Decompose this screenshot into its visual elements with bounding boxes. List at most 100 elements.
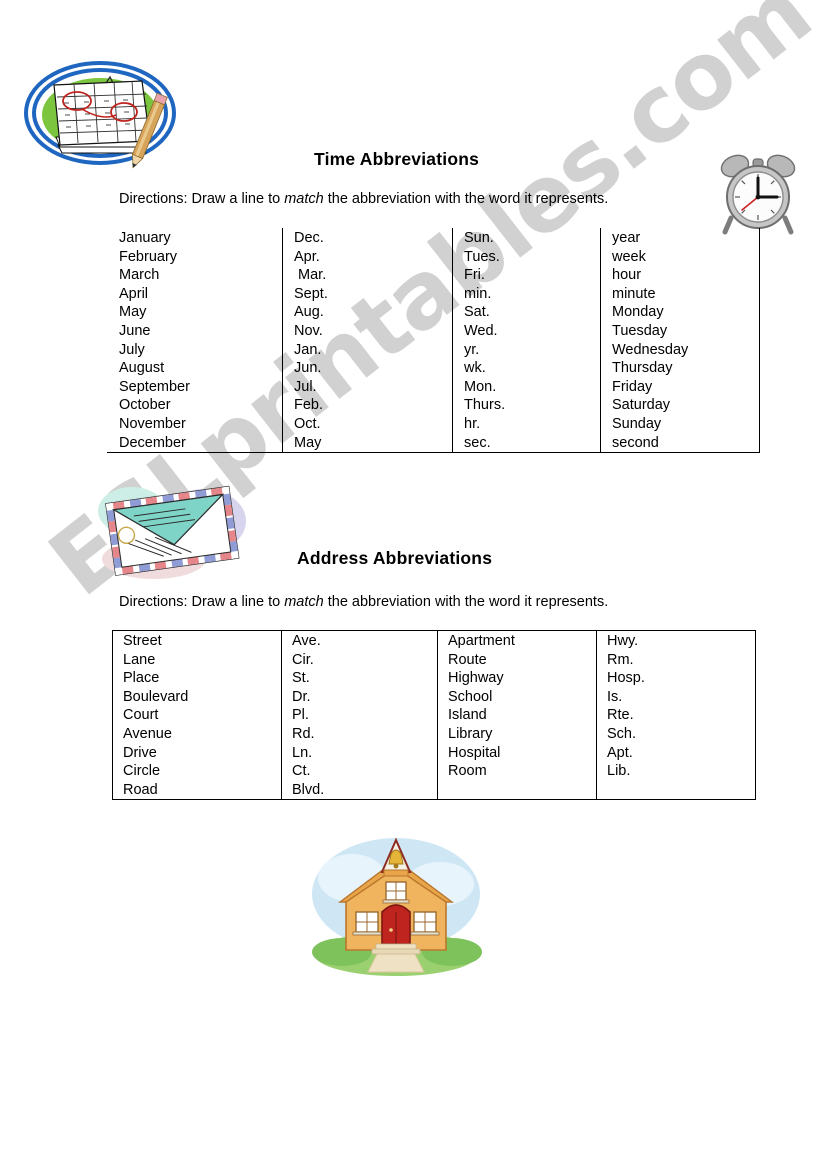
list-item: Avenue [123,725,172,742]
list-item: School [448,688,493,705]
list-item: Hosp. [607,670,645,687]
list-item: Cir. [292,651,314,668]
list-item: January [119,230,171,246]
list-item: December [119,434,186,451]
list-item: Feb. [294,397,324,414]
schoolhouse-image [312,832,482,976]
address-abbreviations-title: Address Abbreviations [297,548,493,568]
list-item: Jun. [294,360,322,377]
list-item: September [119,378,190,395]
address-directions-before: Directions: Draw a line to [119,594,285,610]
cell-list: Dec. Apr. Mar. Sept. Aug. Nov. Jan. Jun.… [294,229,452,452]
list-item: Lane [123,651,156,668]
list-item: Fri. [464,267,485,284]
list-item: Island [448,707,487,724]
list-item: Saturday [612,397,671,414]
time-directions-after: the abbreviation with the word it repres… [323,191,609,207]
list-item: St. [292,670,310,687]
address-column-words-right: Apartment Route Highway School Island Li… [437,629,597,801]
time-column-months-abbrev: Dec. Apr. Mar. Sept. Aug. Nov. Jan. Jun.… [282,228,453,454]
list-item: yr. [464,341,480,358]
list-item: Library [448,725,493,742]
address-column-abbrev-right: Hwy. Rm. Hosp. Is. Rte. Sch. Apt. Lib. [596,629,756,801]
list-item: Rm. [607,651,634,668]
list-item: Sept. [294,285,328,302]
list-item: Rd. [292,725,315,742]
time-column-time-abbrev: Sun. Tues. Fri. min. Sat. Wed. yr. wk. M… [452,228,601,454]
cell-list: Ave. Cir. St. Dr. Pl. Rd. Ln. Ct. Blvd. [292,632,437,799]
list-item: Pl. [292,707,309,724]
list-item: Sch. [607,725,637,742]
time-directions-emphasis: match [284,191,324,207]
list-item: Road [123,781,158,798]
list-item: Wed. [464,322,498,339]
list-item: Room [448,763,487,780]
list-item: Friday [612,378,653,395]
list-item: second [612,434,659,451]
table-row: Street Lane Place Boulevard Court Avenue… [112,629,756,801]
list-item: Route [448,651,487,668]
address-column-words-left: Street Lane Place Boulevard Court Avenue… [112,629,282,801]
list-item: Sat. [464,304,490,321]
list-item: Sun. [464,230,494,246]
list-item: year [612,230,641,246]
list-item: February [119,248,178,265]
time-abbreviations-table: January February March April May June Ju… [107,228,760,454]
list-item: hour [612,267,642,284]
cell-list: Sun. Tues. Fri. min. Sat. Wed. yr. wk. M… [464,229,600,452]
list-item: Thurs. [464,397,506,414]
list-item: min. [464,285,492,302]
cell-list: Apartment Route Highway School Island Li… [448,632,596,781]
list-item: Oct. [294,415,321,432]
list-item: July [119,341,145,358]
list-item: Rte. [607,707,634,724]
cell-list: year week hour minute Monday Tuesday Wed… [612,229,759,452]
list-item: April [119,285,149,302]
list-item: Mar. [294,267,327,284]
list-item: Ct. [292,763,311,780]
list-item: Highway [448,670,504,687]
list-item: Tuesday [612,322,668,339]
address-directions-emphasis: match [284,594,324,610]
list-item: June [119,322,151,339]
list-item: October [119,397,171,414]
list-item: Lib. [607,763,631,780]
list-item: Wednesday [612,341,689,358]
time-column-time-full: year week hour minute Monday Tuesday Wed… [600,228,760,454]
list-item: Thursday [612,360,673,377]
list-item: Drive [123,744,157,761]
worksheet-page: ESLprintables.com Time Abbreviations Dir… [0,0,821,1169]
time-directions: Directions: Draw a line to match the abb… [119,191,608,207]
list-item: November [119,415,186,432]
list-item: Apt. [607,744,633,761]
list-item: Court [123,707,159,724]
list-item: Monday [612,304,664,321]
list-item: Jan. [294,341,322,358]
list-item: Tues. [464,248,500,265]
list-item: August [119,360,165,377]
list-item: Dec. [294,230,324,246]
list-item: Aug. [294,304,324,321]
address-directions-after: the abbreviation with the word it repres… [323,594,609,610]
list-item: Street [123,633,162,649]
airmail-envelope-image [92,477,250,581]
list-item: minute [612,285,656,302]
time-column-months-full: January February March April May June Ju… [107,228,283,454]
list-item: Apr. [294,248,320,265]
list-item: Boulevard [123,688,189,705]
list-item: hr. [464,415,481,432]
list-item: March [119,267,160,284]
time-directions-before: Directions: Draw a line to [119,191,285,207]
address-directions: Directions: Draw a line to match the abb… [119,594,608,610]
address-abbreviations-table: Street Lane Place Boulevard Court Avenue… [112,629,756,801]
list-item: Ave. [292,633,321,649]
alarm-clock-image [715,152,801,236]
list-item: Jul. [294,378,317,395]
list-item: May [119,304,147,321]
list-item: Circle [123,763,161,780]
list-item: Apartment [448,633,515,649]
time-abbreviations-title: Time Abbreviations [314,149,480,169]
list-item: Dr. [292,688,311,705]
list-item: Nov. [294,322,323,339]
list-item: Mon. [464,378,497,395]
